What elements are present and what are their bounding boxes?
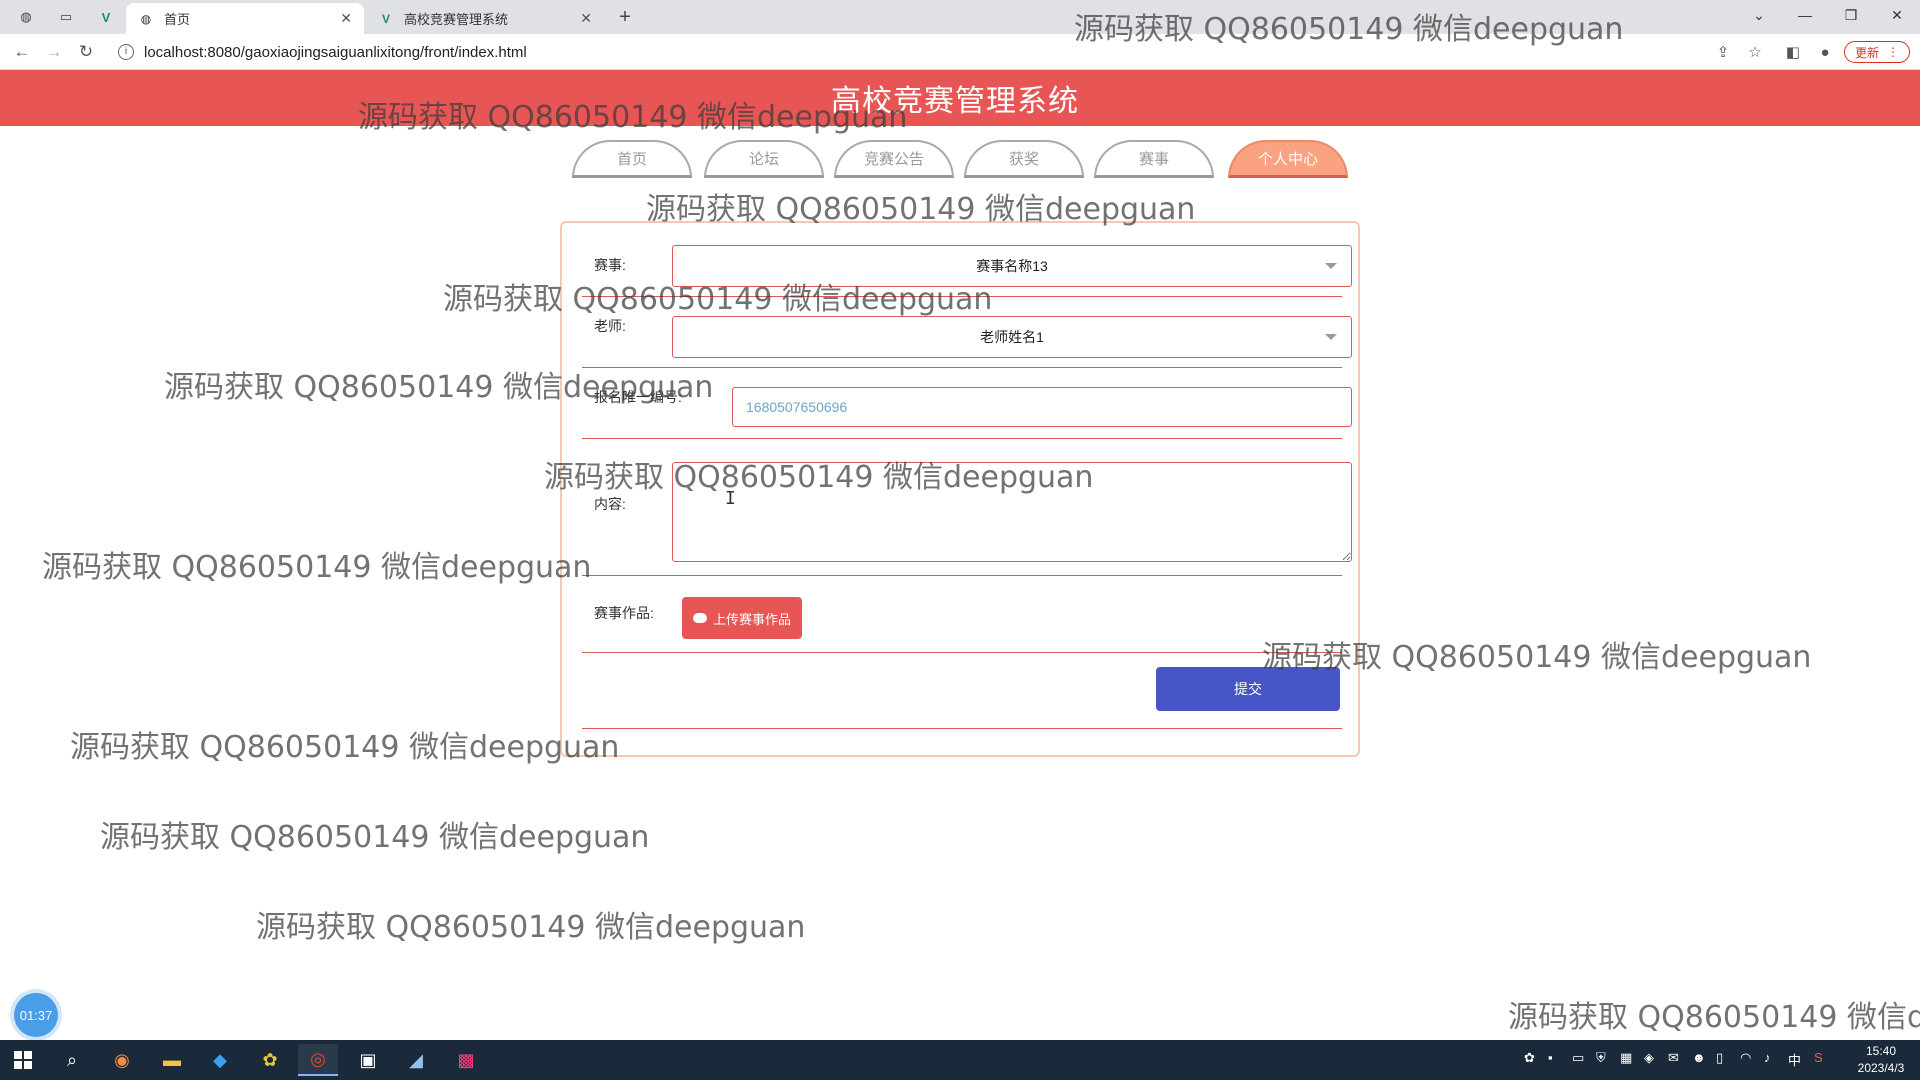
close-icon[interactable]: ✕ bbox=[340, 10, 352, 27]
sogou-icon[interactable]: S bbox=[1814, 1050, 1823, 1065]
tray-ide-icon[interactable]: ▪ bbox=[1548, 1050, 1553, 1065]
upload-label: 上传赛事作品 bbox=[712, 611, 791, 627]
teacher-label: 老师: bbox=[594, 318, 626, 334]
teacher-select-value: 老师姓名1 bbox=[980, 329, 1044, 345]
tray-folder-icon[interactable]: ▭ bbox=[1572, 1050, 1584, 1066]
forward-arrow-icon[interactable]: → bbox=[42, 40, 66, 64]
info-icon[interactable]: i bbox=[118, 44, 134, 60]
tab-title: 首页 bbox=[164, 12, 191, 27]
ime-indicator[interactable]: 中 bbox=[1788, 1050, 1801, 1069]
site-header: 高校竞赛管理系统 bbox=[0, 70, 1920, 126]
regno-input[interactable] bbox=[732, 387, 1352, 427]
search-icon[interactable]: ⌕ bbox=[52, 1044, 92, 1076]
event-label: 赛事: bbox=[594, 257, 626, 273]
back-arrow-icon[interactable]: ← bbox=[10, 40, 34, 64]
browser-tab-strip: ◍ ▭ V ◍ 首页 ✕ V 高校竞赛管理系统 ✕ + ⌄ — ❐ ✕ bbox=[0, 0, 1920, 34]
screen: ◍ ▭ V ◍ 首页 ✕ V 高校竞赛管理系统 ✕ + ⌄ — ❐ ✕ ← → … bbox=[0, 0, 1920, 1080]
content-textarea[interactable] bbox=[672, 462, 1352, 562]
chrome-icon[interactable]: ◎ bbox=[298, 1044, 338, 1076]
terminal-icon[interactable]: ▣ bbox=[348, 1044, 388, 1076]
submit-row: 提交 bbox=[582, 667, 1342, 729]
volume-icon[interactable]: ♪ bbox=[1764, 1050, 1771, 1065]
wechat-icon[interactable]: ✉ bbox=[1668, 1050, 1679, 1066]
clock[interactable]: 15:40 2023/4/3 bbox=[1846, 1043, 1916, 1077]
submit-button[interactable]: 提交 bbox=[1156, 667, 1340, 711]
site-title: 高校竞赛管理系统 bbox=[831, 85, 1079, 118]
address-bar[interactable]: i localhost:8080/gaoxiaojingsaiguanlixit… bbox=[108, 38, 1758, 66]
star-icon[interactable]: ☆ bbox=[1745, 42, 1765, 62]
content-label: 内容: bbox=[594, 496, 626, 512]
intellij-icon[interactable]: ▩ bbox=[446, 1044, 486, 1076]
qq-icon[interactable]: ☻ bbox=[1692, 1050, 1706, 1065]
profile-icon[interactable]: ● bbox=[1815, 42, 1835, 62]
event-select-value: 赛事名称13 bbox=[976, 258, 1048, 274]
new-tab-button[interactable]: + bbox=[612, 5, 638, 29]
work-row: 赛事作品: 上传赛事作品 bbox=[582, 591, 1342, 653]
tray-app-icon[interactable]: ✿ bbox=[1524, 1050, 1535, 1066]
tray-network-tool-icon[interactable]: ◈ bbox=[1644, 1050, 1654, 1066]
event-row: 赛事: 赛事名称13 bbox=[582, 241, 1352, 297]
firefox-icon[interactable]: ◉ bbox=[102, 1044, 142, 1076]
tray-tool-icon[interactable]: ▦ bbox=[1620, 1050, 1632, 1066]
cloud-upload-icon bbox=[692, 613, 707, 623]
nav-profile[interactable]: 个人中心 bbox=[1228, 140, 1348, 178]
close-icon[interactable]: ✕ bbox=[580, 10, 592, 27]
url-text: localhost:8080/gaoxiaojingsaiguanlixiton… bbox=[144, 43, 527, 61]
update-label: 更新 bbox=[1854, 45, 1879, 60]
upload-work-button[interactable]: 上传赛事作品 bbox=[682, 597, 802, 639]
nav-events[interactable]: 赛事 bbox=[1094, 140, 1214, 178]
notes-app-icon[interactable]: ✿ bbox=[250, 1044, 290, 1076]
work-label: 赛事作品: bbox=[594, 605, 654, 621]
more-icon: ⋮ bbox=[1887, 45, 1899, 59]
text-cursor-icon: I bbox=[725, 488, 736, 509]
close-window-button[interactable]: ✕ bbox=[1874, 0, 1920, 30]
minimize-button[interactable]: — bbox=[1782, 0, 1828, 30]
file-explorer-icon[interactable]: ▬ bbox=[152, 1044, 192, 1076]
clock-time: 15:40 bbox=[1865, 1044, 1897, 1058]
tab-search-icon[interactable]: ⌄ bbox=[1736, 0, 1782, 30]
teacher-select[interactable]: 老师姓名1 bbox=[672, 316, 1352, 358]
usb-icon[interactable]: ▯ bbox=[1716, 1050, 1723, 1066]
pinned-tab-blank-icon[interactable]: ▭ bbox=[48, 4, 84, 30]
share-icon[interactable]: ⇪ bbox=[1713, 42, 1733, 62]
recording-timer[interactable]: 01:37 bbox=[14, 993, 58, 1037]
regno-row: 报名唯一编号: bbox=[582, 383, 1352, 439]
pinned-tab-vue-icon[interactable]: V bbox=[88, 4, 124, 30]
wifi-icon[interactable]: ◠ bbox=[1740, 1050, 1751, 1066]
nav-announcements[interactable]: 竞赛公告 bbox=[834, 140, 954, 178]
page: 高校竞赛管理系统 首页 论坛 竞赛公告 获奖 赛事 个人中心 赛事: 赛事名称1… bbox=[0, 70, 1920, 1040]
content-row: 内容: bbox=[582, 454, 1352, 576]
event-select[interactable]: 赛事名称13 bbox=[672, 245, 1352, 287]
windows-start-icon[interactable] bbox=[14, 1051, 32, 1069]
vue-icon: V bbox=[381, 11, 390, 26]
chevron-down-icon bbox=[1325, 334, 1337, 340]
nav-awards[interactable]: 获奖 bbox=[964, 140, 1084, 178]
windows-taskbar: ⌕ ◉ ▬ ◆ ✿ ◎ ▣ ◢ ▩ ✿ ▪ ▭ ⛨ ▦ ◈ ✉ ☻ ▯ ◠ ♪ … bbox=[0, 1040, 1920, 1080]
clock-date: 2023/4/3 bbox=[1857, 1061, 1905, 1075]
sidepanel-icon[interactable]: ◧ bbox=[1783, 42, 1803, 62]
tray-shield-icon[interactable]: ⛨ bbox=[1596, 1050, 1606, 1066]
browser-toolbar: ← → ↻ i localhost:8080/gaoxiaojingsaigua… bbox=[0, 34, 1920, 70]
tab-title: 高校竞赛管理系统 bbox=[404, 12, 509, 27]
browser-tab-home[interactable]: ◍ 首页 ✕ bbox=[126, 3, 364, 34]
chevron-down-icon bbox=[1325, 263, 1337, 269]
update-button[interactable]: 更新 ⋮ bbox=[1844, 41, 1910, 63]
pinned-tab-icon[interactable]: ◍ bbox=[8, 4, 44, 30]
globe-icon: ◍ bbox=[140, 11, 152, 26]
browser-tab-system[interactable]: V 高校竞赛管理系统 ✕ bbox=[366, 3, 604, 34]
regno-label: 报名唯一编号: bbox=[594, 389, 682, 405]
teacher-row: 老师: 老师姓名1 bbox=[582, 312, 1352, 368]
editor-icon[interactable]: ◢ bbox=[396, 1044, 436, 1076]
restore-button[interactable]: ❐ bbox=[1828, 0, 1874, 30]
nav-home[interactable]: 首页 bbox=[572, 140, 692, 178]
vscode-icon[interactable]: ◆ bbox=[200, 1044, 240, 1076]
registration-form: 赛事: 赛事名称13 老师: 老师姓名1 报名唯一编号: 内容: bbox=[560, 221, 1360, 757]
nav-forum[interactable]: 论坛 bbox=[704, 140, 824, 178]
reload-icon[interactable]: ↻ bbox=[74, 40, 98, 64]
